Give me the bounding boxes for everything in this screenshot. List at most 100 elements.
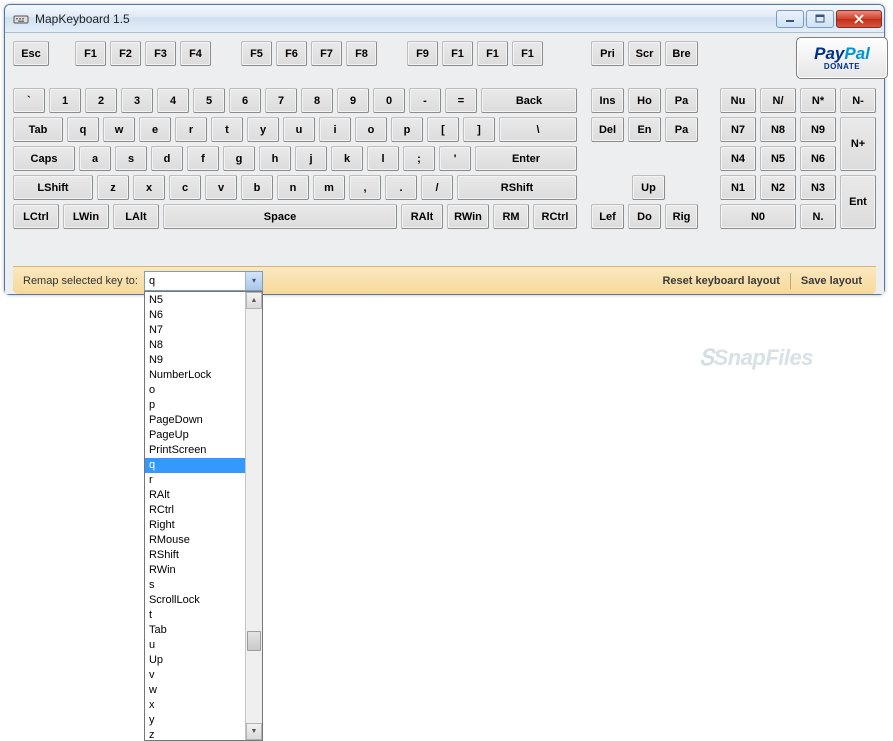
key-enter[interactable]: Enter [475,146,577,171]
minimize-button[interactable] [776,10,804,28]
remap-combo[interactable]: q [144,271,263,291]
key-o[interactable]: o [355,117,387,142]
key-pgup[interactable]: Pa [665,88,698,113]
key-l[interactable]: l [367,146,399,171]
key-down[interactable]: Do [628,204,661,229]
key-f5[interactable]: F5 [241,41,272,66]
key-n2[interactable]: N2 [760,175,796,200]
key-comma[interactable]: , [349,175,381,200]
key-b[interactable]: b [241,175,273,200]
key-q[interactable]: q [67,117,99,142]
dropdown-item[interactable]: Up [145,653,245,668]
key-insert[interactable]: Ins [591,88,624,113]
key-9[interactable]: 9 [337,88,369,113]
key-f2[interactable]: F2 [110,41,141,66]
dropdown-item[interactable]: v [145,668,245,683]
dropdown-item[interactable]: N6 [145,308,245,323]
key-2[interactable]: 2 [85,88,117,113]
key-home[interactable]: Ho [628,88,661,113]
key-5[interactable]: 5 [193,88,225,113]
key-f10[interactable]: F1 [442,41,473,66]
key-nmultiply[interactable]: N* [800,88,836,113]
maximize-button[interactable] [806,10,834,28]
key-numlock[interactable]: Nu [720,88,756,113]
key-nenter[interactable]: Ent [840,175,876,229]
key-lctrl[interactable]: LCtrl [13,204,59,229]
dropdown-item[interactable]: RCtrl [145,503,245,518]
key-f4[interactable]: F4 [180,41,211,66]
dropdown-item[interactable]: p [145,398,245,413]
key-n6[interactable]: N6 [800,146,836,171]
scroll-up-button[interactable]: ▲ [246,292,262,309]
dropdown-list[interactable]: N5N6N7N8N9NumberLockopPageDownPageUpPrin… [145,292,245,740]
key-3[interactable]: 3 [121,88,153,113]
save-layout-button[interactable]: Save layout [797,275,866,287]
key-f3[interactable]: F3 [145,41,176,66]
key-nminus[interactable]: N- [840,88,876,113]
titlebar[interactable]: MapKeyboard 1.5 [5,5,884,33]
key-m[interactable]: m [313,175,345,200]
reset-layout-button[interactable]: Reset keyboard layout [658,275,783,287]
dropdown-item[interactable]: r [145,473,245,488]
key-e[interactable]: e [139,117,171,142]
key-nplus[interactable]: N+ [840,117,876,171]
key-f12[interactable]: F1 [512,41,543,66]
key-delete[interactable]: Del [591,117,624,142]
key-f6[interactable]: F6 [276,41,307,66]
key-i[interactable]: i [319,117,351,142]
dropdown-item[interactable]: y [145,713,245,728]
dropdown-item[interactable]: t [145,608,245,623]
key-space[interactable]: Space [163,204,397,229]
dropdown-item[interactable]: x [145,698,245,713]
key-equals[interactable]: = [445,88,477,113]
key-f[interactable]: f [187,146,219,171]
key-x[interactable]: x [133,175,165,200]
key-minus[interactable]: - [409,88,441,113]
dropdown-item[interactable]: z [145,728,245,740]
dropdown-item[interactable]: Tab [145,623,245,638]
key-lshift[interactable]: LShift [13,175,93,200]
key-ndot[interactable]: N. [800,204,836,229]
dropdown-item[interactable]: PageDown [145,413,245,428]
key-ralt[interactable]: RAlt [401,204,443,229]
key-lbracket[interactable]: [ [427,117,459,142]
key-break[interactable]: Bre [665,41,698,66]
scroll-track[interactable] [246,309,262,723]
key-w[interactable]: w [103,117,135,142]
key-print[interactable]: Pri [591,41,624,66]
key-u[interactable]: u [283,117,315,142]
key-backslash[interactable]: \ [499,117,577,142]
dropdown-item[interactable]: w [145,683,245,698]
key-f9[interactable]: F9 [407,41,438,66]
key-up[interactable]: Up [632,175,665,200]
key-right[interactable]: Rig [665,204,698,229]
key-f8[interactable]: F8 [346,41,377,66]
scroll-thumb[interactable] [247,631,261,651]
combo-dropdown-button[interactable] [245,272,262,290]
key-tab[interactable]: Tab [13,117,63,142]
key-caps[interactable]: Caps [13,146,75,171]
key-n1[interactable]: N1 [720,175,756,200]
dropdown-item[interactable]: o [145,383,245,398]
key-end[interactable]: En [628,117,661,142]
key-n[interactable]: n [277,175,309,200]
key-rwin[interactable]: RWin [447,204,489,229]
key-0[interactable]: 0 [373,88,405,113]
key-c[interactable]: c [169,175,201,200]
dropdown-scrollbar[interactable]: ▲ ▼ [245,292,262,740]
key-a[interactable]: a [79,146,111,171]
key-n9[interactable]: N9 [800,117,836,142]
dropdown-item[interactable]: N9 [145,353,245,368]
key-f11[interactable]: F1 [477,41,508,66]
key-esc[interactable]: Esc [13,41,49,66]
key-rctrl[interactable]: RCtrl [533,204,577,229]
key-rbracket[interactable]: ] [463,117,495,142]
key-t[interactable]: t [211,117,243,142]
key-8[interactable]: 8 [301,88,333,113]
key-backtick[interactable]: ` [13,88,45,113]
key-d[interactable]: d [151,146,183,171]
key-n8[interactable]: N8 [760,117,796,142]
key-k[interactable]: k [331,146,363,171]
dropdown-item[interactable]: NumberLock [145,368,245,383]
key-f1[interactable]: F1 [75,41,106,66]
